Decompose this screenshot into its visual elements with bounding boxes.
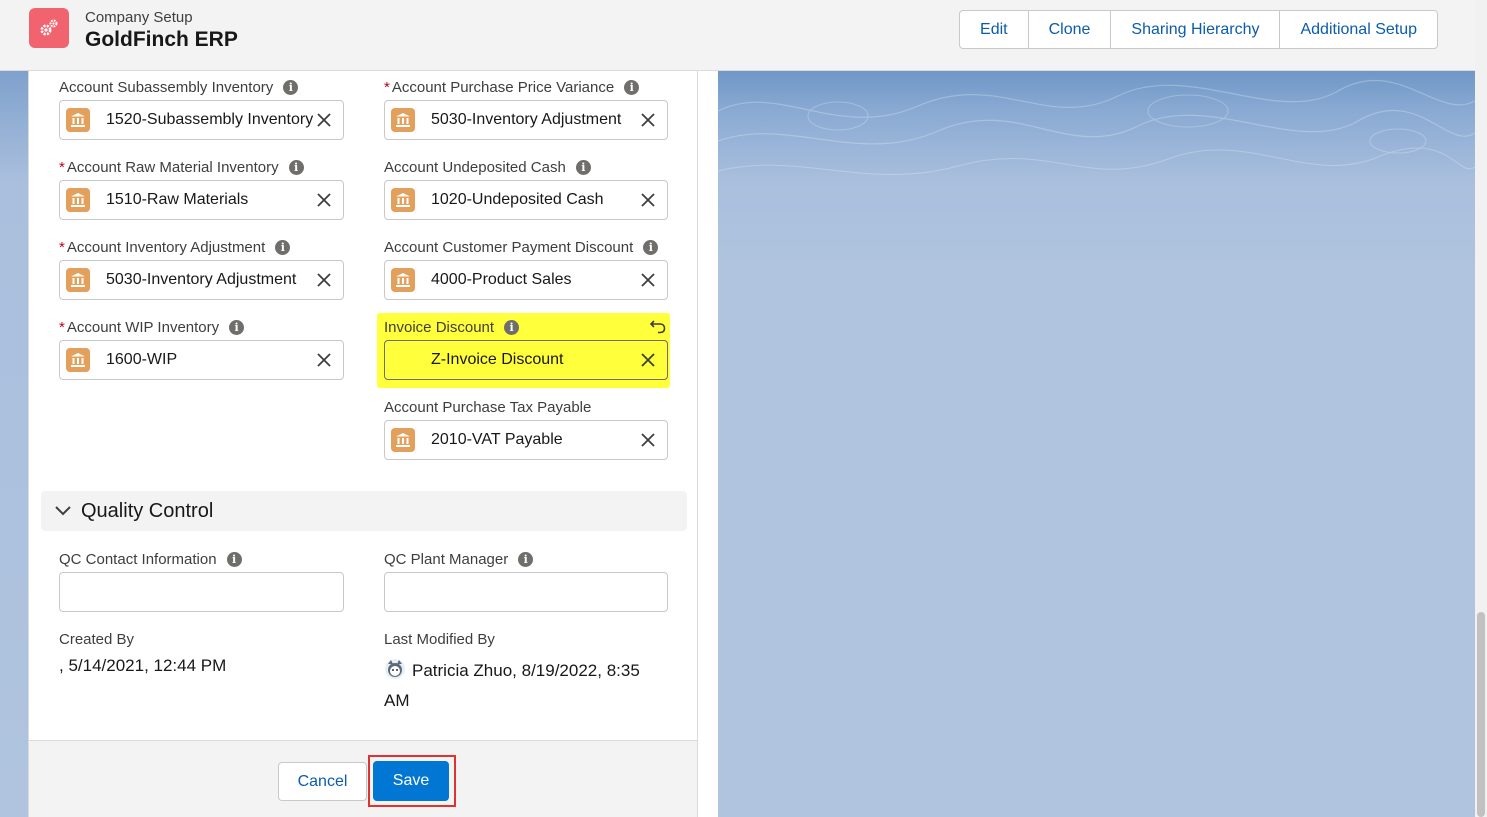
clear-selection-icon[interactable] <box>313 109 335 131</box>
lookup-value: Z-Invoice Discount <box>431 351 564 368</box>
clear-selection-icon[interactable] <box>313 349 335 371</box>
lookup-invoice-discount[interactable]: Z-Invoice Discount <box>384 340 668 380</box>
record-title: GoldFinch ERP <box>85 28 238 51</box>
clear-selection-icon[interactable] <box>637 189 659 211</box>
sharing-hierarchy-button[interactable]: Sharing Hierarchy <box>1111 11 1281 48</box>
last-modified-by-label: Last Modified By <box>384 630 495 648</box>
chevron-down-icon[interactable] <box>53 501 73 521</box>
clear-selection-icon[interactable] <box>637 109 659 131</box>
created-by-label: Created By <box>59 630 135 648</box>
clear-selection-icon[interactable] <box>637 269 659 291</box>
edit-button[interactable]: Edit <box>960 11 1029 48</box>
cancel-button[interactable]: Cancel <box>278 762 367 801</box>
lookup-value: 4000-Product Sales <box>431 271 572 288</box>
clear-selection-icon[interactable] <box>313 189 335 211</box>
additional-setup-button[interactable]: Additional Setup <box>1280 11 1437 48</box>
lookup-undeposited-cash[interactable]: 1020-Undeposited Cash <box>384 180 668 220</box>
section-quality-control[interactable]: Quality Control <box>41 491 687 531</box>
lookup-value: 5030-Inventory Adjustment <box>106 271 297 288</box>
page-scrollbar-thumb[interactable] <box>1477 612 1485 817</box>
undo-change-icon[interactable] <box>649 317 667 335</box>
field-label-customer-payment-discount: Account Customer Payment Discount i <box>384 237 659 257</box>
lookup-value: 1020-Undeposited Cash <box>431 191 604 208</box>
qc-plant-manager-input[interactable] <box>384 572 668 612</box>
gl-account-bank-icon <box>391 108 415 132</box>
info-icon[interactable]: i <box>229 319 245 335</box>
lookup-wip-inventory[interactable]: 1600-WIP <box>59 340 344 380</box>
clear-selection-icon[interactable] <box>637 429 659 451</box>
record-header: Company Setup GoldFinch ERP Edit Clone S… <box>0 0 1475 71</box>
gl-account-bank-icon <box>391 188 415 212</box>
field-label-subassembly-inventory: Account Subassembly Inventory i <box>59 77 299 97</box>
info-icon[interactable]: i <box>504 319 520 335</box>
section-title: Quality Control <box>81 499 214 522</box>
field-label-purchase-tax-payable: Account Purchase Tax Payable <box>384 398 592 416</box>
lookup-inventory-adjustment[interactable]: 5030-Inventory Adjustment <box>59 260 344 300</box>
lookup-purchase-tax-payable[interactable]: 2010-VAT Payable <box>384 420 668 460</box>
lookup-value: 5030-Inventory Adjustment <box>431 111 622 128</box>
last-modified-by-value: Patricia Zhuo, 8/19/2022, 8:35 AM <box>384 656 674 716</box>
user-avatar-icon <box>384 658 406 680</box>
info-icon[interactable]: i <box>288 159 304 175</box>
info-icon[interactable]: i <box>518 551 534 567</box>
modified-user-link[interactable]: Patricia Zhuo <box>412 661 512 680</box>
info-icon[interactable]: i <box>624 79 640 95</box>
object-type-label: Company Setup <box>85 9 193 26</box>
field-label-wip-inventory: * Account WIP Inventory i <box>59 317 245 337</box>
field-label-raw-material-inventory: * Account Raw Material Inventory i <box>59 157 304 177</box>
gl-account-bank-icon <box>391 268 415 292</box>
field-label-qc-contact: QC Contact Information i <box>59 549 242 569</box>
field-label-purchase-price-variance: * Account Purchase Price Variance i <box>384 77 640 97</box>
gl-account-bank-icon <box>66 268 90 292</box>
company-setup-gears-icon <box>29 8 69 48</box>
field-label-invoice-discount: Invoice Discount i <box>384 317 520 337</box>
clone-button[interactable]: Clone <box>1029 11 1112 48</box>
created-by-value: , 5/14/2021, 12:44 PM <box>59 656 227 675</box>
page-background-right <box>718 71 1475 817</box>
lookup-purchase-price-variance[interactable]: 5030-Inventory Adjustment <box>384 100 668 140</box>
gl-account-bank-icon <box>66 348 90 372</box>
lookup-raw-material-inventory[interactable]: 1510-Raw Materials <box>59 180 344 220</box>
lookup-customer-payment-discount[interactable]: 4000-Product Sales <box>384 260 668 300</box>
page-background-left <box>0 71 28 817</box>
lookup-value: 1520-Subassembly Inventory <box>106 111 313 128</box>
info-icon[interactable]: i <box>283 79 299 95</box>
lookup-subassembly-inventory[interactable]: 1520-Subassembly Inventory <box>59 100 344 140</box>
lookup-value: 1510-Raw Materials <box>106 191 249 208</box>
gl-account-bank-icon <box>391 428 415 452</box>
qc-contact-input[interactable] <box>59 572 344 612</box>
info-icon[interactable]: i <box>643 239 659 255</box>
field-label-inventory-adjustment: * Account Inventory Adjustment i <box>59 237 291 257</box>
info-icon[interactable]: i <box>575 159 591 175</box>
save-button[interactable]: Save <box>373 761 449 801</box>
lookup-value: 2010-VAT Payable <box>431 431 563 448</box>
field-label-undeposited-cash: Account Undeposited Cash i <box>384 157 591 177</box>
field-label-qc-plant-manager: QC Plant Manager i <box>384 549 534 569</box>
header-action-group: Edit Clone Sharing Hierarchy Additional … <box>959 10 1438 49</box>
gl-account-bank-icon <box>66 108 90 132</box>
lookup-value: 1600-WIP <box>106 351 178 368</box>
info-icon[interactable]: i <box>275 239 291 255</box>
clear-selection-icon[interactable] <box>313 269 335 291</box>
info-icon[interactable]: i <box>226 551 242 567</box>
clear-selection-icon[interactable] <box>637 349 659 371</box>
gl-account-bank-icon <box>66 188 90 212</box>
